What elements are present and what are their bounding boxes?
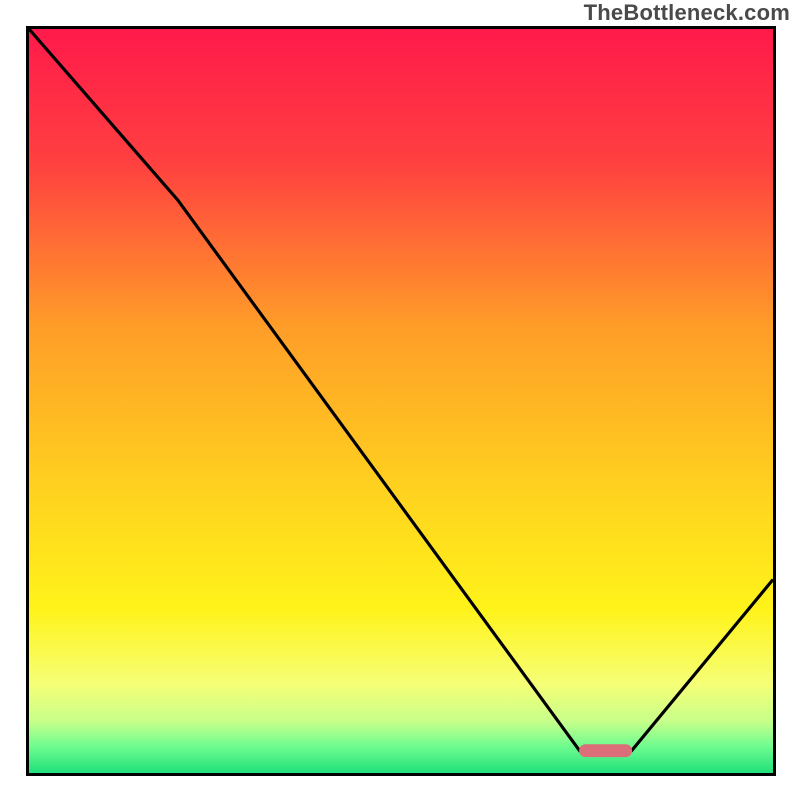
chart-svg <box>29 29 773 773</box>
chart-container: TheBottleneck.com <box>0 0 800 800</box>
attribution-watermark: TheBottleneck.com <box>584 0 790 26</box>
gradient-background <box>29 29 773 773</box>
optimal-marker <box>580 745 632 757</box>
plot-area <box>26 26 776 776</box>
